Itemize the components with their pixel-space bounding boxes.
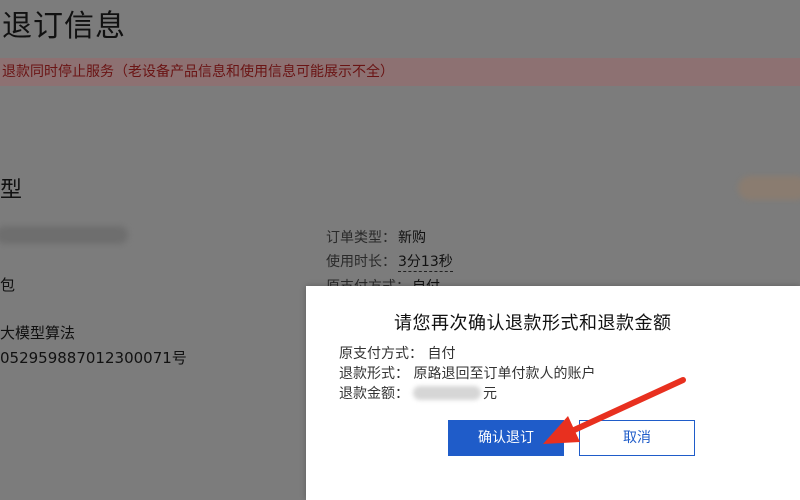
usage-duration-row: 使用时长： 3分13秒 <box>326 251 453 272</box>
instance-id: 052959887012300071号 <box>0 349 187 367</box>
refund-amount-label: 退款金额： <box>339 386 409 402</box>
dialog-refund-method: 退款形式： 原路退回至订单付款人的账户 <box>339 366 596 382</box>
notice-bar: 退款同时停止服务（老设备产品信息和使用信息可能展示不全） <box>0 58 800 86</box>
page-root: 退订信息 退款同时停止服务（老设备产品信息和使用信息可能展示不全） 型 包 大模… <box>0 0 800 500</box>
product-spec: 包 <box>0 276 16 294</box>
order-type-value: 新购 <box>398 230 426 246</box>
confirm-dialog: 请您再次确认退款形式和退款金额 原支付方式： 自付 退款形式： 原路退回至订单付… <box>306 286 800 500</box>
confirm-unsubscribe-button[interactable]: 确认退订 <box>448 420 564 456</box>
order-type-row: 订单类型： 新购 <box>326 227 426 247</box>
product-name: 大模型算法 <box>0 324 76 342</box>
notice-text: 退款同时停止服务（老设备产品信息和使用信息可能展示不全） <box>2 64 394 80</box>
usage-duration-value: 3分13秒 <box>398 254 453 272</box>
dialog-payment-method: 原支付方式： 自付 <box>339 346 456 362</box>
dialog-refund-amount: 退款金额： 元 <box>339 383 497 403</box>
section-title: 型 <box>0 178 23 203</box>
page-title: 退订信息 <box>2 9 126 44</box>
usage-duration-label: 使用时长： <box>326 254 396 270</box>
blurred-product-name <box>0 226 128 244</box>
refund-amount-blurred <box>413 386 481 400</box>
order-type-label: 订单类型： <box>326 230 396 246</box>
dialog-title: 请您再次确认退款形式和退款金额 <box>394 313 672 334</box>
blurred-button <box>738 176 800 200</box>
cancel-button[interactable]: 取消 <box>579 420 695 456</box>
refund-amount-unit: 元 <box>483 386 497 402</box>
